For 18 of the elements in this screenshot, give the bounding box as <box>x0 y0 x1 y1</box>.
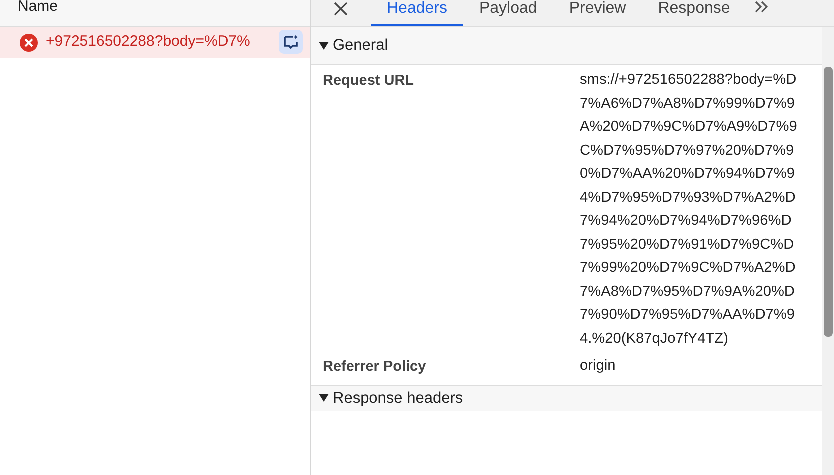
triangle-icon[interactable] <box>319 40 329 50</box>
header-value: sms://+972516502288?body=%D7%A6%D7%A8%D7%99%D7%9A%20%D7%9C%D7%A9%D7%9C%D7%95%D7%97%20%D7%90%D7%AA%20%D7%94%D7%94%D7%95%D7%93%D7%A2%D7%94%20%D7%94%D7%96%D7%95%20%D7%91%D7%9C%D7%99%20%D7%9C%D7%A2%D7%A8%D7%95%D7%9A%20%D7%90%D7%95%D7%AA%D7%94.%20(K87qJo7fY4TZ) <box>580 71 798 348</box>
close-icon[interactable] <box>334 2 348 16</box>
scrollbar-thumb[interactable] <box>824 67 833 337</box>
comment-icon <box>283 34 299 50</box>
request-name[interactable]: +972516502288?body=%D7% <box>46 31 250 54</box>
tab[interactable]: Payload <box>463 0 554 26</box>
section-title[interactable]: General <box>333 34 388 58</box>
header-name: Request URL <box>323 72 416 91</box>
triangle-icon[interactable] <box>319 393 329 404</box>
overlay-button[interactable] <box>279 30 303 54</box>
column-header[interactable]: Name <box>18 0 58 14</box>
header-name: Referrer Policy <box>323 358 428 377</box>
request-row[interactable]: +972516502288?body=%D7% <box>0 27 310 58</box>
more-tabs-icon[interactable] <box>754 0 770 14</box>
tab[interactable]: Preview <box>553 0 642 26</box>
tab[interactable]: Response <box>642 0 746 26</box>
header-value: origin <box>580 357 617 376</box>
